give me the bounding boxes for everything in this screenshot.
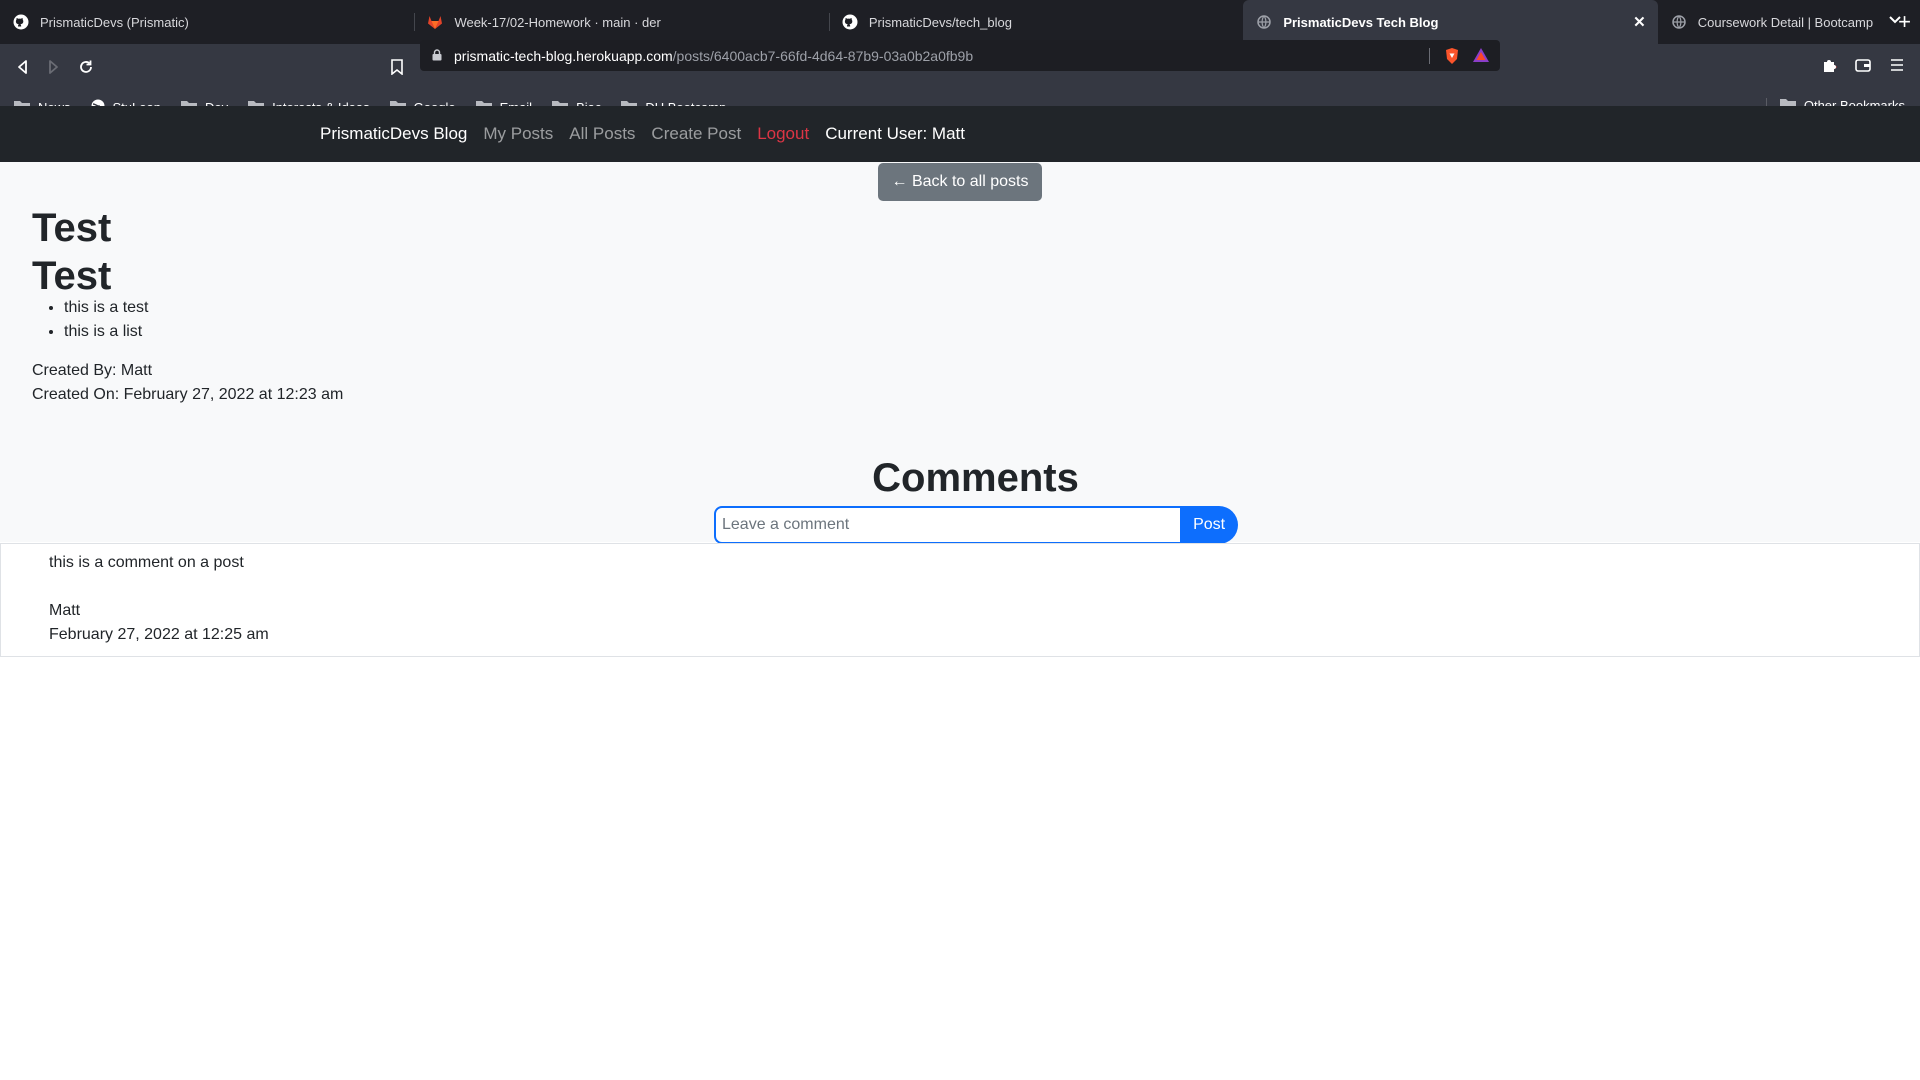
bookmark-icon[interactable] bbox=[386, 56, 408, 78]
puzzle-extensions-icon[interactable] bbox=[1818, 54, 1840, 76]
tab-title: PrismaticDevs Tech Blog bbox=[1283, 14, 1439, 30]
post-created-by: Created By: Matt bbox=[32, 362, 153, 379]
tab-tech-blog-repo[interactable]: PrismaticDevs/tech_blog bbox=[828, 0, 1243, 44]
comment-date: February 27, 2022 at 12:25 am bbox=[49, 626, 269, 643]
reload-icon[interactable] bbox=[75, 56, 97, 78]
tab-prismaticdevs-github[interactable]: PrismaticDevs (Prismatic) bbox=[0, 0, 414, 44]
tab-title: PrismaticDevs/tech_blog bbox=[868, 14, 1012, 30]
nav-create-post[interactable]: Create Post bbox=[651, 124, 741, 144]
globe-icon bbox=[1670, 13, 1688, 31]
tab-list-chevron-icon[interactable] bbox=[1888, 12, 1902, 31]
gitlab-icon bbox=[426, 13, 444, 31]
post-comment-button[interactable]: Post bbox=[1180, 506, 1238, 544]
github-icon bbox=[12, 13, 30, 31]
nav-my-posts[interactable]: My Posts bbox=[483, 124, 553, 144]
post-body-heading: Test bbox=[32, 254, 112, 298]
url-divider bbox=[1429, 48, 1430, 64]
tab-gitlab-homework[interactable]: Week-17/02-Homework · main · der bbox=[414, 0, 828, 44]
tab-tech-blog-active[interactable]: PrismaticDevs Tech Blog ✕ bbox=[1243, 0, 1658, 44]
back-arrow-icon[interactable] bbox=[12, 56, 34, 78]
forward-arrow-icon[interactable] bbox=[42, 56, 64, 78]
current-user-label: Current User: Matt bbox=[825, 124, 965, 143]
tab-title: PrismaticDevs (Prismatic) bbox=[40, 14, 189, 30]
url-path: /posts/6400acb7-66fd-4d64-87b9-03a0b2a0f… bbox=[672, 47, 974, 64]
address-bar[interactable]: prismatic-tech-blog.herokuapp.com/posts/… bbox=[420, 40, 1500, 71]
post-body-list: this is a test this is a list bbox=[0, 296, 148, 344]
post-content: ← Back to all posts Test Test this is a … bbox=[0, 162, 1920, 544]
list-item: this is a list bbox=[64, 320, 148, 344]
tab-title: Week-17/02-Homework · main · der bbox=[454, 14, 661, 30]
url-domain: prismatic-tech-blog.herokuapp.com bbox=[454, 47, 673, 64]
comment-form: Post bbox=[714, 506, 1238, 544]
post-title: Test bbox=[32, 206, 112, 250]
tab-bootcamp-spot[interactable]: Coursework Detail | Bootcamp Spot bbox=[1658, 0, 1889, 44]
list-item: this is a test bbox=[64, 296, 148, 320]
wallet-icon[interactable] bbox=[1852, 54, 1874, 76]
github-icon bbox=[841, 13, 859, 31]
browser-tab-bar: PrismaticDevs (Prismatic) Week-17/02-Hom… bbox=[0, 0, 1920, 44]
brave-rewards-icon[interactable] bbox=[1472, 47, 1490, 66]
back-to-all-posts-button[interactable]: ← Back to all posts bbox=[878, 163, 1042, 201]
brave-shield-icon[interactable] bbox=[1444, 47, 1460, 68]
comment-author: Matt bbox=[49, 602, 81, 619]
nav-logout[interactable]: Logout bbox=[757, 124, 809, 144]
comment-card: this is a comment on a post Matt Februar… bbox=[0, 543, 1920, 657]
brand-link[interactable]: PrismaticDevs Blog bbox=[320, 124, 467, 144]
nav-all-posts[interactable]: All Posts bbox=[569, 124, 635, 144]
post-created-on: Created On: February 27, 2022 at 12:23 a… bbox=[32, 386, 344, 403]
globe-icon bbox=[1255, 13, 1273, 31]
comment-input[interactable] bbox=[714, 506, 1181, 544]
comment-text: this is a comment on a post bbox=[49, 554, 244, 571]
comments-heading: Comments bbox=[872, 456, 1079, 500]
tab-title: Coursework Detail | Bootcamp Spot bbox=[1697, 14, 1877, 30]
lock-icon[interactable] bbox=[432, 48, 442, 64]
menu-icon[interactable] bbox=[1886, 54, 1908, 76]
site-navbar: PrismaticDevs Blog My Posts All Posts Cr… bbox=[0, 106, 1920, 162]
close-icon[interactable]: ✕ bbox=[1633, 13, 1646, 31]
